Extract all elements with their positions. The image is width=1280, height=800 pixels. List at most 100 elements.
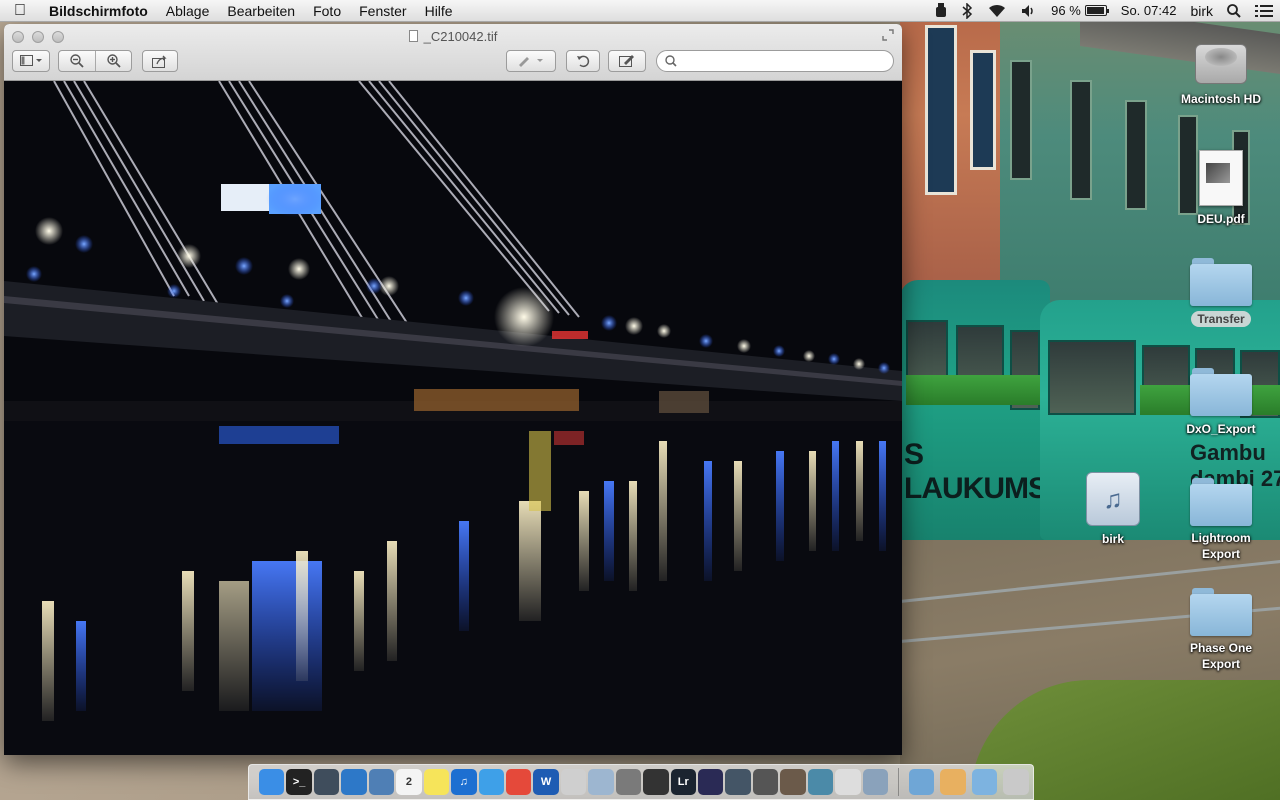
lightroom-icon[interactable]: Lr (670, 769, 696, 795)
trash-icon[interactable] (1003, 769, 1029, 795)
photos-icon[interactable] (588, 769, 614, 795)
pen-icon (519, 57, 543, 67)
nikon-icon[interactable] (643, 769, 669, 795)
dock-separator (898, 768, 900, 796)
image-capture-icon[interactable] (615, 769, 642, 795)
clock[interactable]: So. 07:42 (1114, 0, 1184, 22)
dock-glyph: 2 (405, 776, 412, 788)
chrome-icon[interactable] (505, 769, 532, 795)
itunes-icon[interactable]: ♫ (451, 769, 477, 795)
battery-percent: 96 % (1051, 2, 1081, 18)
desktop-icon-phase-one-export[interactable]: Phase One Export (1166, 588, 1276, 673)
preview-window: _C210042.tif (4, 24, 902, 755)
menu-bar:  Bildschirmfoto Ablage Bearbeiten Foto … (0, 0, 1280, 22)
window-title: _C210042.tif (4, 29, 902, 44)
menu-fenster[interactable]: Fenster (350, 0, 415, 22)
menu-ablage[interactable]: Ablage (157, 0, 219, 22)
battery-icon (1084, 5, 1109, 16)
applications-stack-icon[interactable] (909, 769, 935, 795)
share-button[interactable] (142, 50, 178, 72)
zoom-in-icon (106, 54, 121, 68)
volume-icon[interactable] (1014, 0, 1044, 22)
wifi-icon[interactable] (980, 0, 1014, 22)
zoom-out-button[interactable] (59, 51, 95, 71)
zoom-controls (58, 50, 132, 72)
aperture-icon[interactable] (725, 769, 751, 795)
dock: >_ 2 ♫ W Lr (248, 764, 1034, 800)
desktop-icon-lightroom-export[interactable]: Lightroom Export (1166, 478, 1276, 563)
desktop-icon-label: DxO_Export (1186, 422, 1256, 436)
menu-bearbeiten[interactable]: Bearbeiten (218, 0, 304, 22)
mission-control-icon[interactable] (313, 769, 340, 795)
dock-glyph: W (540, 776, 552, 788)
document-icon (408, 30, 418, 42)
window-title-text: _C210042.tif (423, 29, 498, 44)
photo-app-icon[interactable] (780, 769, 806, 795)
dock-glyph: >_ (292, 776, 306, 788)
tram-lettering: S LAUKUMS (904, 438, 1048, 505)
menu-app-name[interactable]: Bildschirmfoto (40, 0, 157, 22)
desktop-icon-deu-pdf[interactable]: DEU.pdf (1166, 150, 1276, 228)
lighting-icon[interactable] (928, 0, 954, 22)
edit-toolbar-button[interactable] (608, 50, 646, 72)
night-bridge-photo (4, 81, 902, 755)
word-icon[interactable]: W (533, 769, 559, 795)
dxo-icon[interactable] (698, 769, 724, 795)
home-stack-icon[interactable] (940, 769, 966, 795)
xnview-icon[interactable] (835, 769, 861, 795)
user-menu[interactable]: birk (1183, 0, 1220, 22)
bluetooth-icon[interactable] (954, 0, 980, 22)
terminal-icon[interactable]: >_ (286, 769, 312, 795)
safari-compass-icon[interactable] (478, 769, 504, 795)
notification-center-icon[interactable] (1248, 0, 1280, 22)
safari-icon[interactable] (341, 769, 367, 795)
edit-toolbar-icon (619, 55, 634, 67)
window-titlebar[interactable]: _C210042.tif (4, 24, 902, 81)
pdf-icon (1199, 150, 1243, 206)
desktop-icon-macintosh-hd[interactable]: Macintosh HD (1166, 28, 1276, 108)
dock-glyph: Lr (677, 776, 689, 788)
iphoto-icon[interactable] (862, 769, 889, 795)
battery-status[interactable]: 96 % (1044, 0, 1114, 22)
stickies-icon[interactable] (423, 769, 450, 795)
desktop-icon-birk[interactable]: ♫ birk (1058, 472, 1168, 548)
wallpaper-red-building (900, 20, 1010, 290)
desktop-icon-label: Macintosh HD (1180, 92, 1261, 106)
finder-icon[interactable] (259, 769, 285, 795)
menu-hilfe[interactable]: Hilfe (416, 0, 462, 22)
search-icon (665, 55, 677, 67)
sidebar-view-icon (20, 55, 42, 66)
search-input[interactable] (656, 50, 894, 72)
share-icon (152, 55, 167, 68)
spotlight-icon[interactable] (1220, 0, 1248, 22)
desktop-icon-transfer[interactable]: Transfer (1166, 258, 1276, 328)
rotate-left-icon (577, 55, 590, 68)
apple-icon[interactable]:  (0, 2, 40, 20)
landscape-icon[interactable] (807, 769, 834, 795)
downloads-stack-icon[interactable] (971, 769, 998, 795)
desktop-icon-label: Transfer (1191, 311, 1251, 327)
camera-icon[interactable] (560, 769, 587, 795)
zoom-in-button[interactable] (95, 51, 131, 71)
home-folder-icon: ♫ (1086, 472, 1140, 526)
photo-canvas[interactable] (4, 81, 902, 755)
desktop-icon-dxo-export[interactable]: DxO_Export (1166, 368, 1276, 438)
folder-icon (1190, 588, 1252, 636)
annotate-button[interactable] (506, 50, 556, 72)
wallpaper-tram-front: S LAUKUMS (900, 280, 1050, 550)
zoom-out-icon (70, 54, 84, 68)
desktop-icon-label: Lightroom Export (1191, 531, 1251, 561)
menu-foto[interactable]: Foto (304, 0, 350, 22)
dock-glyph: ♫ (459, 776, 468, 788)
hard-disk-icon (1191, 28, 1251, 86)
folder-icon (1190, 258, 1252, 306)
rotate-button[interactable] (566, 50, 600, 72)
sidebar-view-button[interactable] (12, 50, 50, 72)
fullscreen-icon[interactable] (882, 29, 896, 43)
folder-icon (1190, 478, 1252, 526)
desktop-icon-label: Phase One Export (1189, 641, 1253, 671)
preview-icon[interactable] (368, 769, 395, 795)
desktop-icon-label: DEU.pdf (1197, 212, 1245, 226)
capture-one-icon[interactable] (752, 769, 779, 795)
calendar-icon[interactable]: 2 (396, 769, 422, 795)
